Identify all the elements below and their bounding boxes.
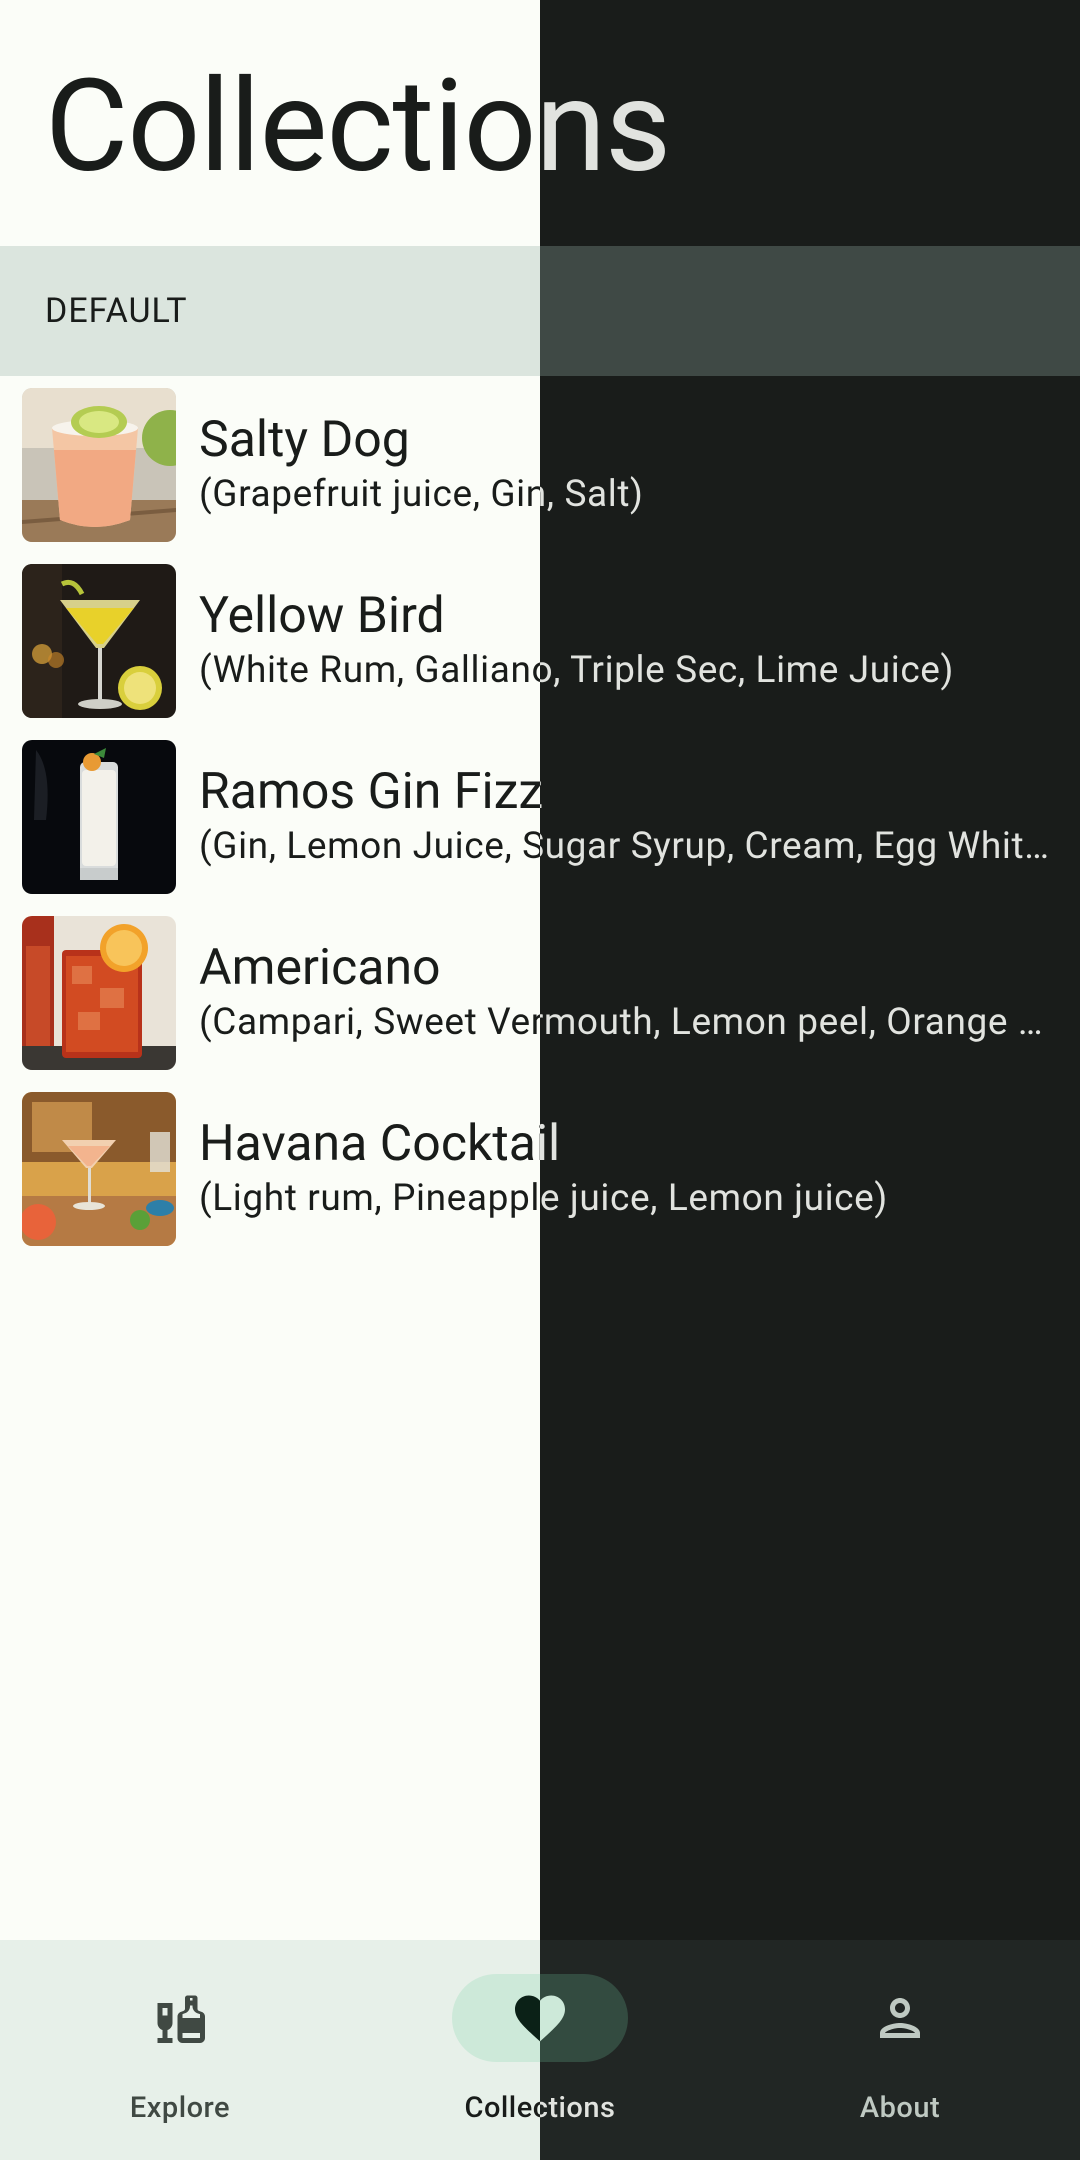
section-label: DEFAULT	[45, 291, 188, 331]
nav-explore[interactable]: Explore	[0, 1940, 360, 2160]
item-name: Yellow Bird	[199, 587, 445, 645]
ramos-gin-fizz-thumbnail	[22, 740, 176, 894]
nav-label: About	[859, 2091, 941, 2125]
item-name: Americano	[199, 939, 441, 997]
salty-dog-thumbnail	[22, 388, 176, 542]
nav-label: Explore	[129, 2091, 231, 2125]
liquor-bottle-icon	[150, 1988, 210, 2048]
havana-cocktail-thumbnail	[22, 1092, 176, 1246]
item-name: Ramos Gin Fizz	[199, 763, 544, 821]
person-icon	[870, 1988, 930, 2048]
yellow-bird-thumbnail	[22, 564, 176, 718]
nav-about[interactable]: About	[720, 1940, 1080, 2160]
item-name: Havana Cocktail	[199, 1115, 561, 1173]
item-name: Salty Dog	[199, 411, 410, 469]
americano-thumbnail	[22, 916, 176, 1070]
